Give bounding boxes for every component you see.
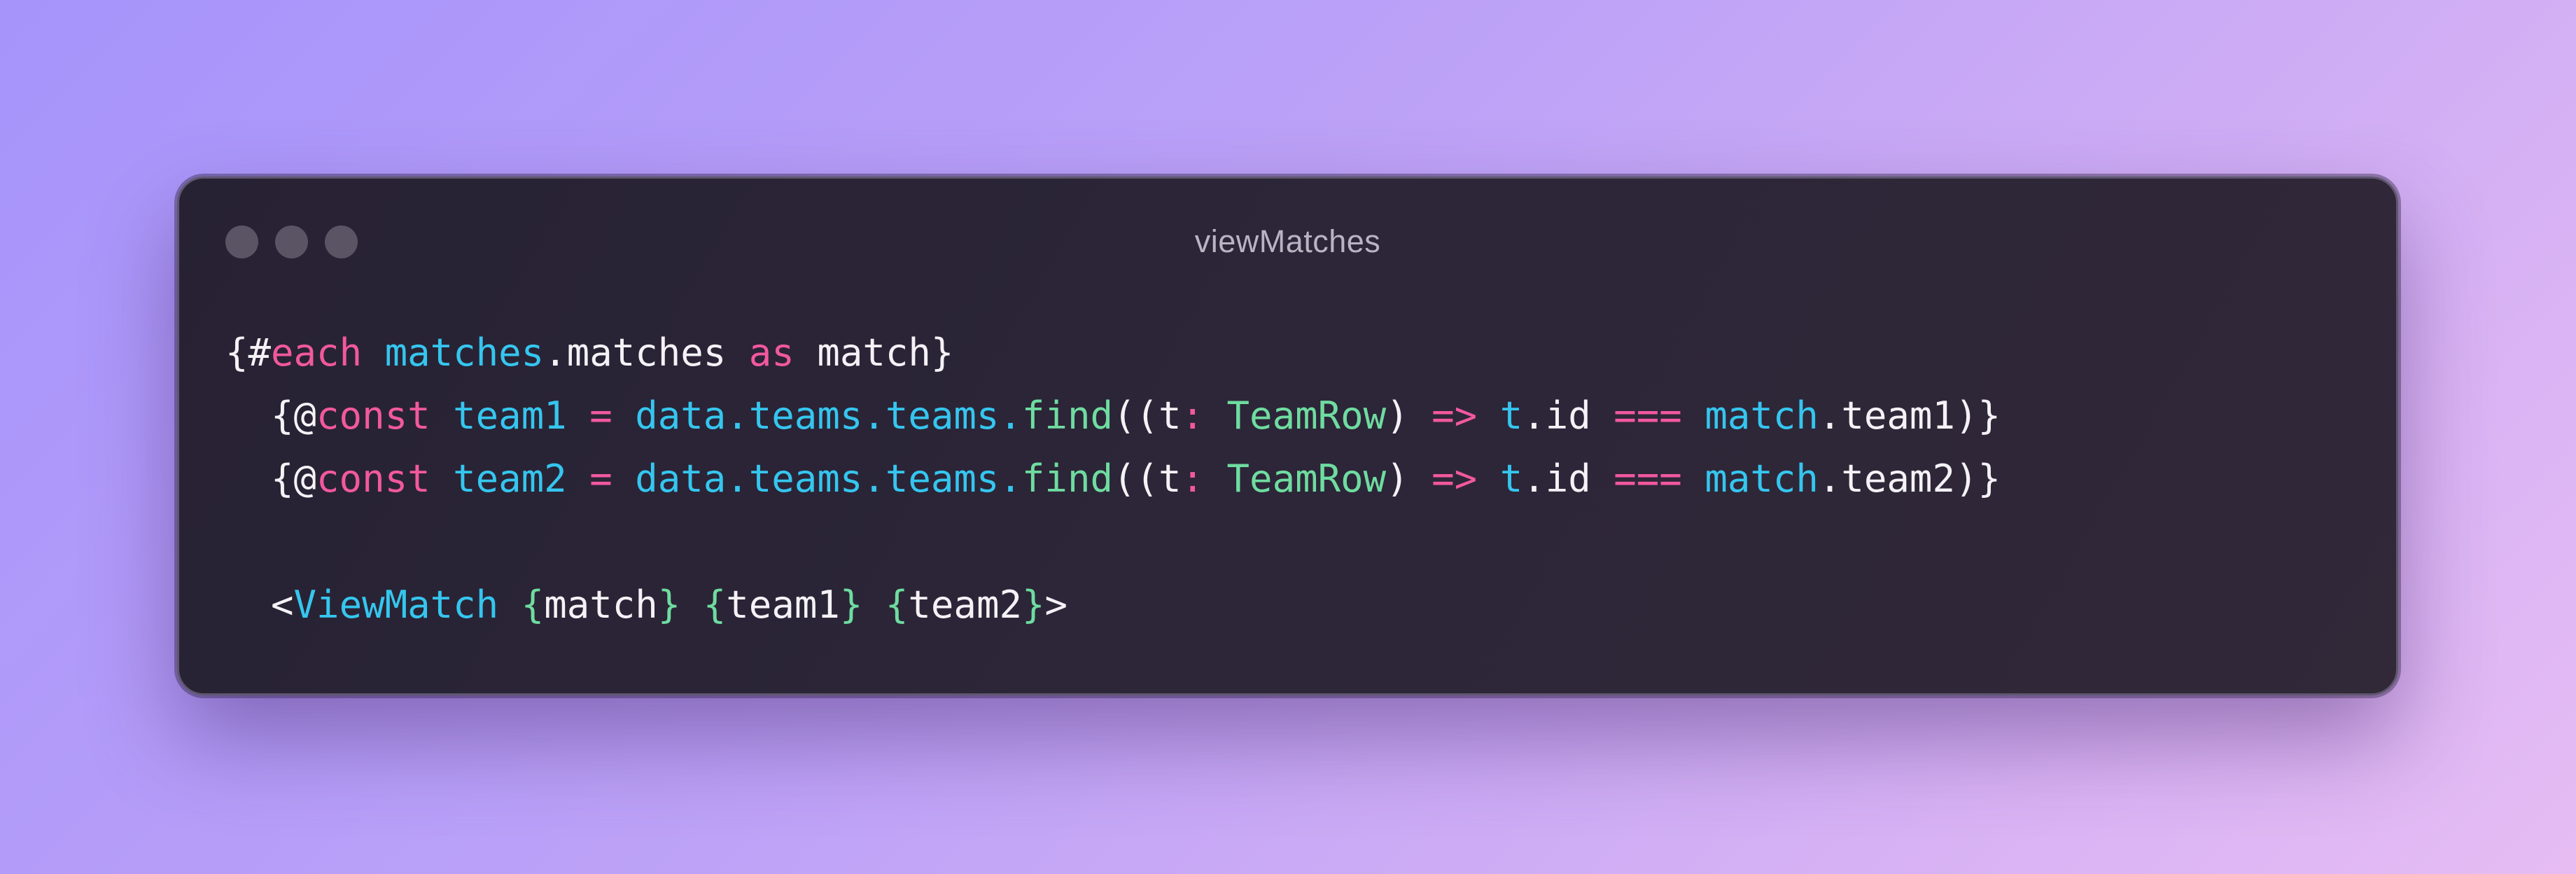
code-token: match	[544, 583, 658, 627]
code-window: viewMatches {#each matches.matches as ma…	[177, 176, 2398, 695]
code-token: team2	[908, 583, 1022, 627]
code-token: }	[1021, 583, 1045, 627]
code-token: :	[1181, 457, 1205, 501]
code-token: as	[748, 331, 794, 375]
code-line: {@const team1 = data.teams.teams.find((t…	[225, 384, 2001, 448]
code-token: find	[1021, 394, 1113, 438]
code-token: .team1)}	[1818, 394, 2001, 438]
code-token: team1	[453, 394, 567, 438]
code-token: data.teams.teams.	[635, 457, 1022, 501]
code-token: {	[885, 583, 909, 627]
code-token: {@	[225, 457, 317, 501]
code-token: )	[1386, 457, 1432, 501]
code-token: {	[703, 583, 727, 627]
code-token: matches	[384, 331, 545, 375]
code-line: <ViewMatch {match} {team1} {team2}>	[225, 574, 2001, 637]
code-line: {#each matches.matches as match}	[225, 321, 2001, 384]
code-block[interactable]: {#each matches.matches as match} {@const…	[225, 321, 2001, 637]
code-token: .team2)}	[1818, 457, 2001, 501]
code-token: =	[589, 394, 612, 438]
code-token: ((t	[1112, 457, 1182, 501]
code-token: =>	[1432, 394, 1478, 438]
code-token: {	[521, 583, 545, 627]
code-token: <	[225, 583, 294, 627]
code-token: const	[316, 394, 430, 438]
code-line: {@const team2 = data.teams.teams.find((t…	[225, 448, 2001, 511]
code-token: =>	[1432, 457, 1478, 501]
code-token: match	[1704, 394, 1819, 438]
code-token: const	[316, 457, 430, 501]
code-token: }	[839, 583, 863, 627]
code-token: .id	[1522, 394, 1614, 438]
code-token: .matches	[544, 331, 749, 375]
code-token: ===	[1614, 394, 1682, 438]
code-token: }	[657, 583, 681, 627]
code-token: {@	[225, 394, 317, 438]
code-token: each	[271, 331, 363, 375]
code-token: ===	[1614, 457, 1682, 501]
code-token: TeamRow	[1226, 394, 1387, 438]
code-token: data.teams.teams.	[635, 394, 1022, 438]
code-token: match}	[794, 331, 954, 375]
code-token: team2	[453, 457, 567, 501]
code-token: ViewMatch	[293, 583, 499, 627]
code-token: team1	[726, 583, 840, 627]
code-token: {#	[225, 331, 272, 375]
code-token: find	[1021, 457, 1113, 501]
code-token: =	[589, 457, 612, 501]
code-token: match	[1704, 457, 1819, 501]
code-token: :	[1181, 394, 1205, 438]
window-title: viewMatches	[1194, 223, 1381, 259]
code-token: >	[1044, 583, 1068, 627]
code-token: .id	[1522, 457, 1614, 501]
code-token: t	[1499, 394, 1523, 438]
code-token: TeamRow	[1226, 457, 1387, 501]
code-token: ((t	[1112, 394, 1182, 438]
code-token: )	[1386, 394, 1432, 438]
code-token: t	[1499, 457, 1523, 501]
